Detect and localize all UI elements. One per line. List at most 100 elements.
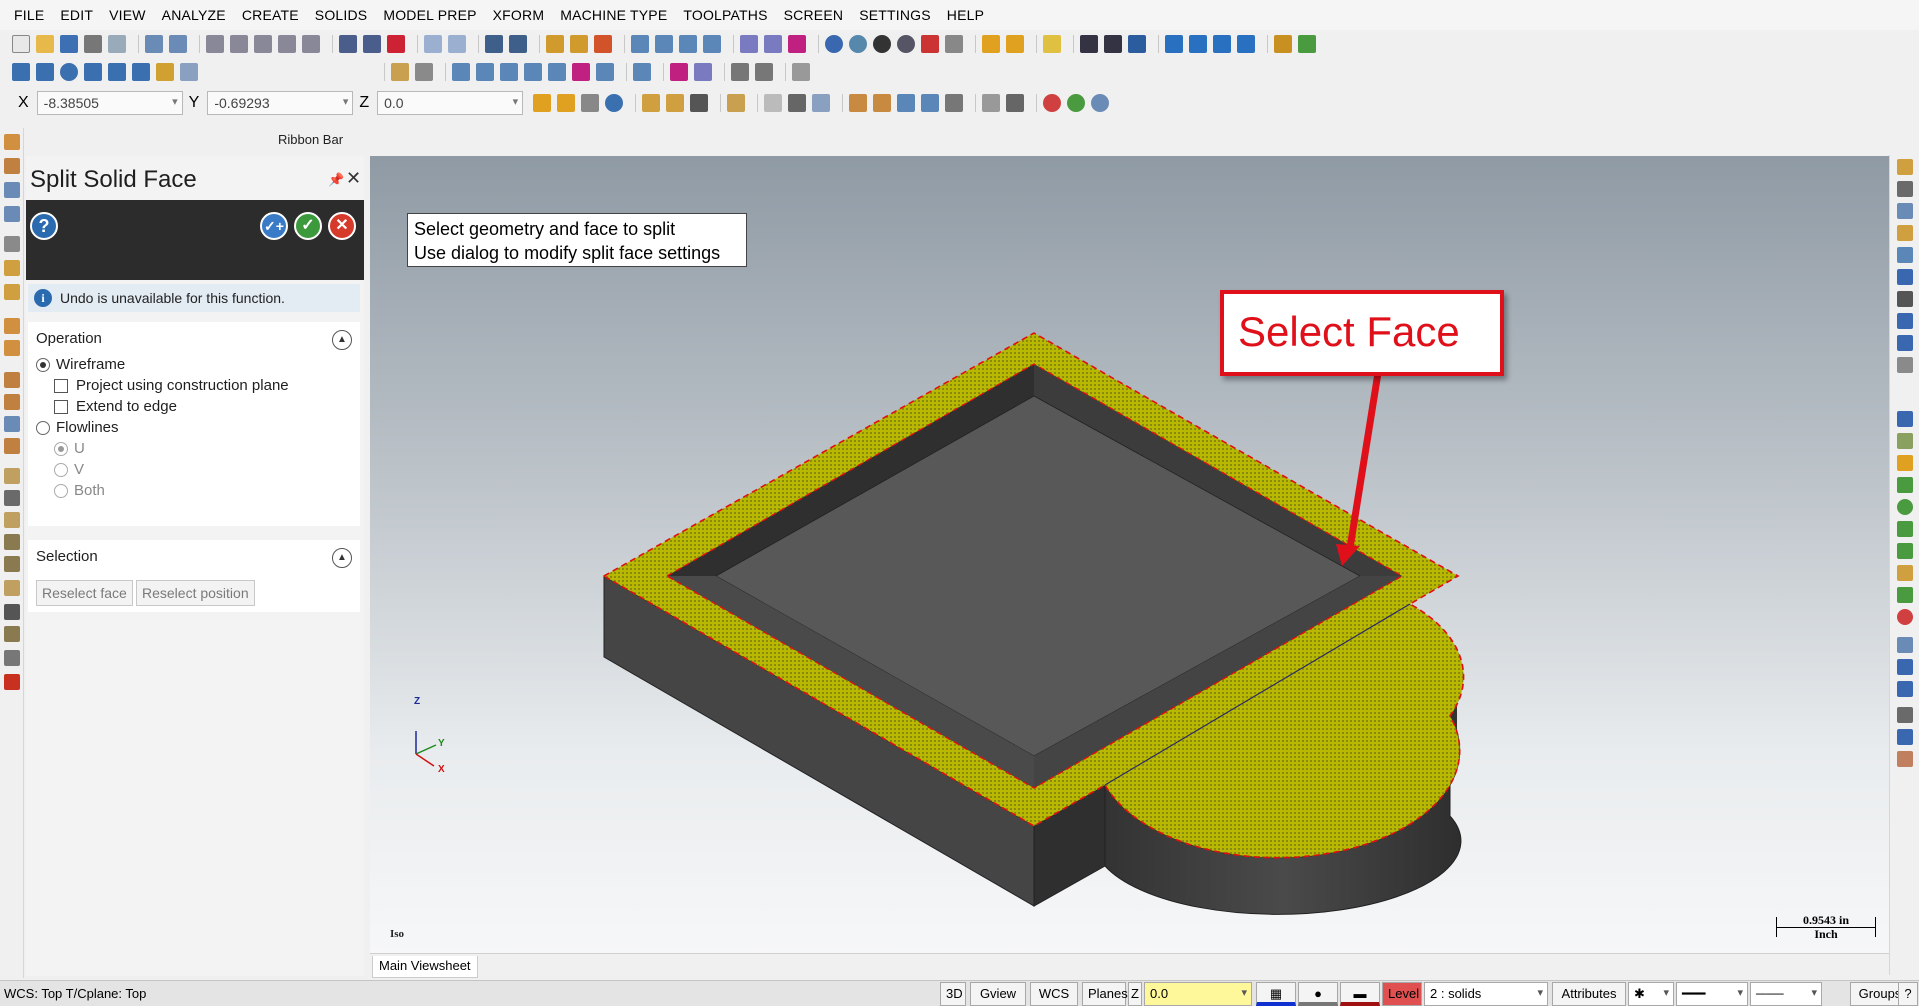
face-op-icon[interactable] (4, 468, 20, 484)
menu-edit[interactable]: EDIT (60, 7, 93, 23)
vertical-dimension-icon[interactable] (755, 63, 773, 81)
dimension-icon[interactable] (1128, 35, 1146, 53)
front-view-icon[interactable] (655, 35, 673, 53)
surface-color-button[interactable]: ▬ (1340, 982, 1380, 1006)
radio-wireframe[interactable]: Wireframe (36, 356, 125, 373)
zoom-fit-icon[interactable] (1897, 291, 1913, 307)
menu-settings[interactable]: SETTINGS (859, 7, 931, 23)
offset-icon[interactable] (548, 63, 566, 81)
zoom-window-icon[interactable] (206, 35, 224, 53)
groups-manager-icon[interactable] (4, 284, 20, 300)
verify-select-icon[interactable] (812, 94, 831, 112)
right-view-icon[interactable] (679, 35, 697, 53)
translucency-icon[interactable] (921, 35, 939, 53)
line-style-icon[interactable] (982, 35, 1000, 53)
delete-entity-icon[interactable] (415, 63, 433, 81)
open-file-icon[interactable] (36, 35, 54, 53)
rotate-view-icon[interactable] (1897, 247, 1913, 263)
pattern-icon[interactable] (670, 63, 688, 81)
folder-icon[interactable] (1897, 225, 1913, 241)
point-style-button[interactable]: ● (1298, 982, 1338, 1006)
calculator-icon[interactable] (1165, 35, 1183, 53)
graphics-viewport[interactable]: Select geometry and face to split Use di… (370, 156, 1889, 953)
level-select[interactable]: 2 : solids (1424, 982, 1548, 1006)
sum-icon[interactable] (1213, 35, 1231, 53)
cube-icon[interactable] (1897, 181, 1913, 197)
database-icon[interactable] (1189, 35, 1207, 53)
post-icon[interactable] (4, 674, 20, 690)
planes-button[interactable]: Planes (1082, 982, 1128, 1006)
autocursor-icon[interactable] (557, 94, 576, 112)
checkbox-project-cplane[interactable]: Project using construction plane (54, 377, 289, 394)
back-face-icon[interactable] (921, 94, 940, 112)
cancel-right-icon[interactable] (1897, 751, 1913, 767)
engrave-op-icon[interactable] (4, 512, 20, 528)
y-coord-input[interactable]: -0.69293 (207, 91, 354, 115)
trim-icon[interactable] (180, 63, 198, 81)
select-mode-icon[interactable] (690, 94, 709, 112)
dimension-right-icon[interactable] (1897, 411, 1913, 427)
level-button[interactable]: Level (1382, 982, 1422, 1006)
help-button[interactable]: ? (30, 212, 58, 240)
horizontal-dimension-icon[interactable] (731, 63, 749, 81)
translate-icon[interactable] (452, 63, 470, 81)
toolpath-icon[interactable] (546, 35, 564, 53)
reselect-face-button[interactable]: Reselect face (36, 580, 133, 606)
solid-right-icon[interactable] (1897, 565, 1913, 581)
project-icon[interactable] (572, 63, 590, 81)
radio-circle[interactable] (36, 357, 50, 372)
spline-icon[interactable] (132, 63, 150, 81)
tool-icon[interactable] (1274, 35, 1292, 53)
cancel-button[interactable]: ✕ (328, 212, 356, 240)
view-screen-icon[interactable] (509, 35, 527, 53)
attributes-button[interactable]: Attributes (1552, 982, 1626, 1006)
reselect-position-button[interactable]: Reselect position (136, 580, 255, 606)
shaded-icon[interactable] (873, 35, 891, 53)
chain-right-icon[interactable] (1897, 477, 1913, 493)
select-from-back-icon[interactable] (945, 94, 964, 112)
body-select-icon[interactable] (897, 94, 916, 112)
menu-toolpaths[interactable]: TOOLPATHS (683, 7, 767, 23)
wand-icon[interactable] (1897, 433, 1913, 449)
analyze-icon[interactable] (1080, 35, 1098, 53)
color-button[interactable]: ▦ (1256, 982, 1296, 1006)
menu-solids[interactable]: SOLIDS (315, 7, 368, 23)
zoom-in-icon[interactable] (254, 35, 272, 53)
cursor-select-icon[interactable] (1006, 94, 1025, 112)
contour-op-icon[interactable] (4, 394, 20, 410)
rectangle-icon[interactable] (84, 63, 102, 81)
lightning-icon[interactable] (1897, 455, 1913, 471)
sphere-icon[interactable] (849, 35, 867, 53)
help-icon[interactable] (605, 94, 624, 112)
line-icon[interactable] (36, 63, 54, 81)
solid-select-icon[interactable] (849, 94, 868, 112)
outline-shaded-icon[interactable] (897, 35, 915, 53)
sketch-line-icon[interactable] (1897, 203, 1913, 219)
unzoom-icon[interactable] (278, 35, 296, 53)
iso-view-icon[interactable] (703, 35, 721, 53)
x-coord-input[interactable]: -8.38505 (36, 91, 183, 115)
zoom-out-icon[interactable] (302, 35, 320, 53)
window-select-icon[interactable] (764, 94, 783, 112)
circle-mill-icon[interactable] (4, 604, 20, 620)
pin-icon[interactable]: 📌 (328, 172, 344, 188)
drill-op-icon[interactable] (4, 416, 20, 432)
globe-icon[interactable] (825, 35, 843, 53)
brush-icon[interactable] (1043, 35, 1061, 53)
chain-select-icon[interactable] (727, 94, 746, 112)
save-icon[interactable] (60, 35, 78, 53)
select-all-icon[interactable] (642, 94, 661, 112)
ok-button[interactable]: ✓ (294, 212, 322, 240)
fast-point-icon[interactable] (533, 94, 552, 112)
undo-icon[interactable] (424, 35, 442, 53)
point-icon[interactable] (12, 63, 30, 81)
box-icon[interactable] (1897, 159, 1913, 175)
select-only-icon[interactable] (666, 94, 685, 112)
break-icon[interactable] (391, 63, 409, 81)
redo-icon[interactable] (448, 35, 466, 53)
collapse-operation-icon[interactable]: ▲ (332, 330, 352, 350)
surface-rough-icon[interactable] (4, 534, 20, 550)
grid-layout-icon[interactable] (1237, 35, 1255, 53)
planes-icon[interactable] (740, 35, 758, 53)
menu-help[interactable]: HELP (947, 7, 984, 23)
